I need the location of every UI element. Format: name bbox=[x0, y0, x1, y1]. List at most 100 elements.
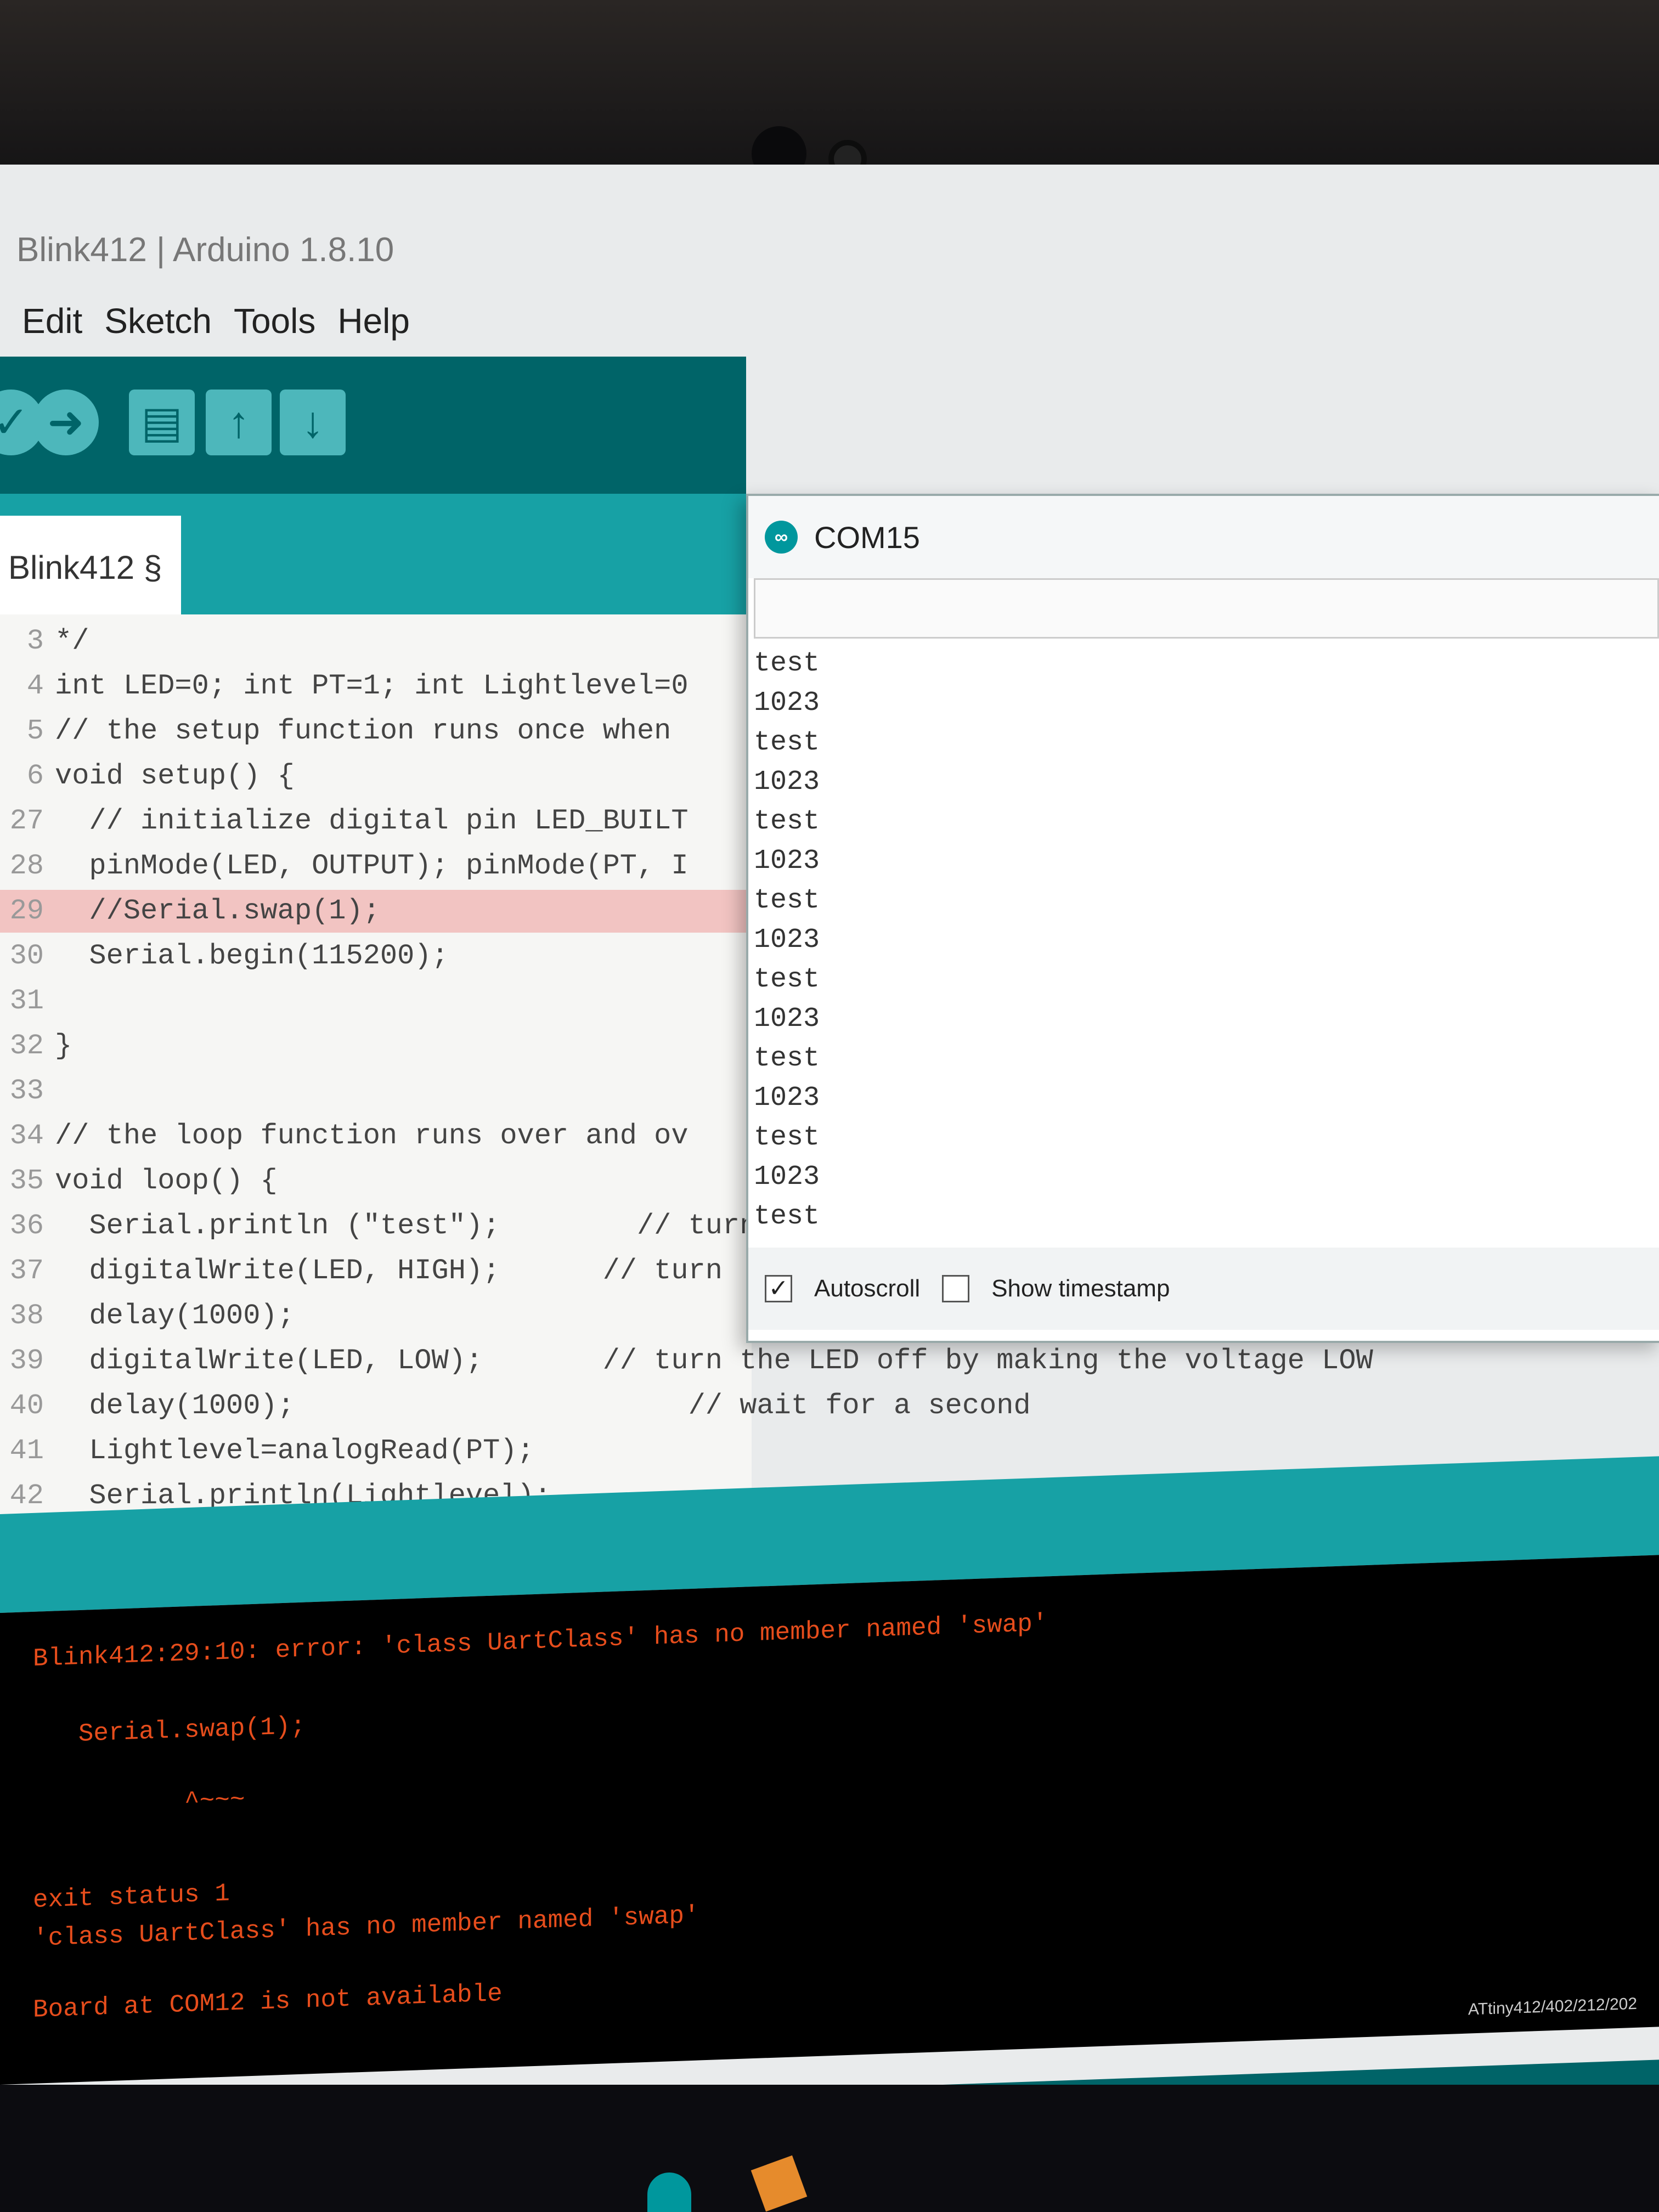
serial-monitor-footer: ✓ Autoscroll Show timestamp bbox=[748, 1248, 1659, 1330]
code-line[interactable]: 36 Serial.println ("test"); // turn bbox=[0, 1205, 757, 1248]
code-line[interactable]: 34 // the loop function runs over and ov bbox=[0, 1115, 752, 1158]
code-line[interactable]: 37 digitalWrite(LED, HIGH); // turn bbox=[0, 1250, 752, 1293]
arduino-taskbar-icon[interactable] bbox=[647, 2172, 691, 2212]
code-text: // initialize digital pin LED_BUILT bbox=[55, 805, 689, 837]
line-number: 36 bbox=[9, 1210, 44, 1242]
code-text: digitalWrite(LED, HIGH); // turn bbox=[55, 1255, 723, 1287]
menu-edit[interactable]: Edit bbox=[22, 301, 82, 341]
code-text: //Serial.swap(1); bbox=[55, 895, 380, 927]
console-line: ^~~~ bbox=[33, 1785, 245, 1821]
line-number: 30 bbox=[9, 940, 44, 972]
window-title: Blink412 | Arduino 1.8.10 bbox=[16, 231, 394, 269]
code-text: // the setup function runs once when bbox=[55, 715, 672, 747]
line-number: 5 bbox=[26, 715, 44, 747]
serial-output[interactable]: test 1023 test 1023 test 1023 test 1023 test 1023… bbox=[754, 644, 1656, 1242]
autoscroll-checkbox[interactable]: ✓ bbox=[765, 1275, 792, 1302]
line-number: 37 bbox=[9, 1255, 44, 1287]
code-line[interactable]: 31 bbox=[0, 980, 752, 1023]
line-number: 39 bbox=[9, 1345, 44, 1377]
upload-button[interactable]: ➜ bbox=[33, 390, 99, 455]
line-number: 27 bbox=[9, 805, 44, 837]
document-icon: ▤ bbox=[141, 398, 183, 447]
save-sketch-button[interactable]: ↓ bbox=[280, 390, 346, 455]
console-line: Serial.swap(1); bbox=[33, 1712, 306, 1750]
arduino-logo-icon: ∞ bbox=[765, 521, 798, 554]
serial-send-input[interactable] bbox=[754, 578, 1659, 639]
code-text: // the loop function runs over and ov bbox=[55, 1120, 689, 1152]
code-line[interactable]: 27 // initialize digital pin LED_BUILT bbox=[0, 800, 752, 843]
code-line[interactable]: 33 bbox=[0, 1070, 752, 1113]
code-line[interactable]: 30 Serial.begin(115200); bbox=[0, 935, 752, 978]
code-line[interactable]: 6 void setup() { bbox=[0, 755, 752, 798]
laptop-bezel-top bbox=[0, 0, 1659, 198]
code-line[interactable]: 5 // the setup function runs once when bbox=[0, 710, 752, 753]
arrow-up-icon: ↑ bbox=[228, 398, 250, 447]
serial-line: test bbox=[754, 1043, 820, 1074]
menu-sketch[interactable]: Sketch bbox=[104, 301, 212, 341]
code-text: pinMode(LED, OUTPUT); pinMode(PT, I bbox=[55, 850, 689, 882]
line-number: 42 bbox=[9, 1480, 44, 1512]
code-line[interactable]: 35 void loop() { bbox=[0, 1160, 752, 1203]
show-timestamp-checkbox[interactable] bbox=[942, 1275, 970, 1302]
new-sketch-button[interactable]: ▤ bbox=[129, 390, 195, 455]
autoscroll-label: Autoscroll bbox=[814, 1275, 921, 1302]
code-text: digitalWrite(LED, LOW); // turn the LED … bbox=[55, 1345, 1373, 1377]
code-text: void setup() { bbox=[55, 760, 295, 792]
line-number: 35 bbox=[9, 1165, 44, 1197]
serial-line: test bbox=[754, 964, 820, 995]
toolbar: ✓ ➜ ▤ ↑ ↓ bbox=[0, 357, 746, 494]
console-line: Board at COM12 is not available bbox=[33, 1979, 503, 2024]
serial-monitor-titlebar[interactable]: ∞ COM15 bbox=[748, 496, 1659, 578]
serial-line: 1023 bbox=[754, 687, 820, 719]
code-text: int LED=0; int PT=1; int Lightlevel=0 bbox=[55, 670, 689, 702]
code-text: Serial.begin(115200); bbox=[55, 940, 449, 972]
arrow-down-icon: ↓ bbox=[302, 398, 324, 447]
menu-bar: Edit Sketch Tools Help bbox=[0, 296, 746, 346]
code-line[interactable]: 4 int LED=0; int PT=1; int Lightlevel=0 bbox=[0, 665, 752, 708]
serial-line: 1023 bbox=[754, 766, 820, 798]
serial-line: test bbox=[754, 1122, 820, 1153]
code-text: } bbox=[55, 1030, 72, 1062]
serial-line: 1023 bbox=[754, 1161, 820, 1193]
serial-line: 1023 bbox=[754, 924, 820, 956]
line-number: 40 bbox=[9, 1390, 44, 1422]
code-line[interactable]: 28 pinMode(LED, OUTPUT); pinMode(PT, I bbox=[0, 845, 752, 888]
arrow-right-icon: ➜ bbox=[47, 398, 84, 447]
line-number: 6 bbox=[26, 760, 44, 792]
line-number: 38 bbox=[9, 1300, 44, 1332]
code-line[interactable]: 40 delay(1000); // wait for a second bbox=[0, 1385, 1031, 1427]
tab-bar: Blink412 § bbox=[0, 494, 746, 614]
serial-line: test bbox=[754, 885, 820, 916]
line-number: 41 bbox=[9, 1435, 44, 1467]
serial-monitor-title: COM15 bbox=[814, 520, 920, 555]
menu-help[interactable]: Help bbox=[337, 301, 410, 341]
code-text: Lightlevel=analogRead(PT); bbox=[55, 1435, 534, 1467]
line-number: 28 bbox=[9, 850, 44, 882]
line-number: 29 bbox=[9, 895, 44, 927]
line-number: 32 bbox=[9, 1030, 44, 1062]
line-number: 4 bbox=[26, 670, 44, 702]
code-line[interactable]: 41 Lightlevel=analogRead(PT); bbox=[0, 1430, 752, 1472]
line-number: 3 bbox=[26, 625, 44, 657]
code-text: */ bbox=[55, 625, 89, 657]
code-line[interactable]: 39 digitalWrite(LED, LOW); // turn the L… bbox=[0, 1340, 1373, 1383]
line-number: 33 bbox=[9, 1075, 44, 1107]
open-sketch-button[interactable]: ↑ bbox=[206, 390, 272, 455]
laptop-bezel-bottom bbox=[0, 2085, 1659, 2212]
serial-monitor-window: ∞ COM15 test 1023 test 1023 test 1023 test 1023… bbox=[746, 494, 1659, 1343]
check-icon: ✓ bbox=[0, 398, 30, 447]
serial-line: test bbox=[754, 648, 820, 679]
serial-line: 1023 bbox=[754, 1003, 820, 1035]
code-line[interactable]: 3 */ bbox=[0, 620, 752, 663]
code-editor[interactable]: 3 */ 4 int LED=0; int PT=1; int Lightlevel=… bbox=[0, 614, 1373, 1558]
console-line: exit status 1 bbox=[33, 1879, 230, 1915]
tab-blink412[interactable]: Blink412 § bbox=[0, 516, 181, 614]
code-line[interactable]: 38 delay(1000); bbox=[0, 1295, 752, 1338]
code-text: delay(1000); bbox=[55, 1300, 295, 1332]
serial-line: 1023 bbox=[754, 845, 820, 877]
console-line: Blink412:29:10: error: 'class UartClass'… bbox=[33, 1609, 1048, 1673]
code-line[interactable]: 29 //Serial.swap(1); bbox=[0, 890, 752, 933]
serial-line: test bbox=[754, 727, 820, 758]
menu-tools[interactable]: Tools bbox=[234, 301, 315, 341]
code-line[interactable]: 32} bbox=[0, 1025, 752, 1068]
